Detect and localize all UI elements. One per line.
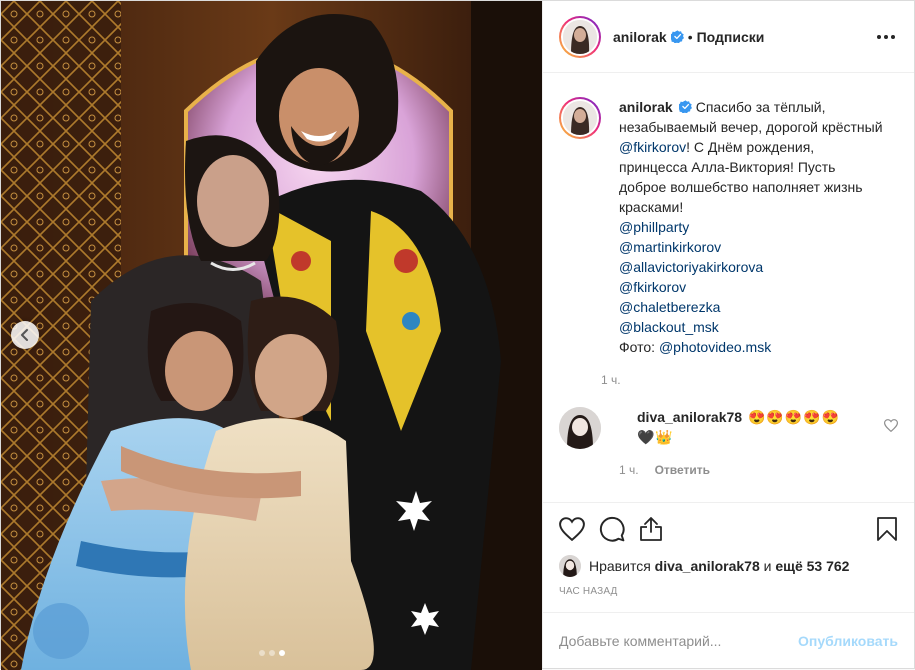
commenter-avatar[interactable] bbox=[559, 407, 601, 449]
share-icon bbox=[640, 516, 662, 541]
mention-link[interactable]: @photovideo.msk bbox=[659, 339, 771, 355]
likes-middle: и bbox=[763, 558, 772, 574]
header-separator: • bbox=[687, 28, 693, 45]
mention-link[interactable]: @allavictoriyakirkorova bbox=[619, 259, 763, 275]
mention-link[interactable]: @martinkirkorov bbox=[619, 239, 721, 255]
carousel-indicator bbox=[1, 650, 542, 656]
photo-scene bbox=[1, 1, 542, 670]
more-options-button[interactable] bbox=[874, 25, 898, 49]
verified-badge-icon bbox=[670, 30, 684, 43]
header-names: anilorak • Подписки bbox=[613, 29, 764, 45]
caption: anilorak Спасибо за тёплый, незабываемый … bbox=[559, 97, 898, 387]
chevron-left-icon bbox=[21, 329, 28, 341]
post-header: anilorak • Подписки bbox=[543, 1, 914, 73]
likes-count-button[interactable]: ещё 53 762 bbox=[775, 558, 849, 574]
photo-credit-label: Фото: bbox=[619, 339, 659, 355]
post-sidebar: anilorak • Подписки anilorak Спасибо за … bbox=[542, 1, 914, 668]
liker-avatar bbox=[559, 555, 581, 577]
caption-avatar[interactable] bbox=[559, 97, 601, 139]
comment-emojis: 😍😍😍😍😍 bbox=[747, 409, 841, 425]
mention-link[interactable]: @chaletberezka bbox=[619, 299, 720, 315]
caption-meta: 1 ч. bbox=[601, 373, 885, 387]
post-actions bbox=[543, 502, 914, 554]
more-horizontal-icon bbox=[877, 34, 895, 39]
comment-meta: 1 ч. Ответить bbox=[619, 463, 887, 477]
mention-link[interactable]: @blackout_msk bbox=[619, 319, 719, 335]
post-photo[interactable] bbox=[1, 1, 542, 670]
save-button[interactable] bbox=[858, 509, 898, 549]
carousel-dot bbox=[258, 650, 265, 656]
comment-input[interactable] bbox=[559, 632, 799, 649]
post-timestamp[interactable]: ЧАС НАЗАД bbox=[543, 578, 914, 612]
like-button[interactable] bbox=[559, 509, 599, 549]
following-button[interactable]: Подписки bbox=[697, 29, 765, 45]
author-username[interactable]: anilorak bbox=[613, 29, 667, 45]
comment-emojis-line2: 🖤👑 bbox=[637, 429, 674, 445]
author-avatar[interactable] bbox=[559, 15, 601, 58]
liker-username[interactable]: diva_anilorak78 bbox=[655, 558, 760, 574]
caption-time[interactable]: 1 ч. bbox=[601, 373, 621, 387]
likes-prefix: Нравится bbox=[589, 558, 651, 574]
like-comment-icon[interactable] bbox=[884, 419, 898, 432]
heart-icon bbox=[559, 516, 585, 541]
instagram-post: anilorak • Подписки anilorak Спасибо за … bbox=[0, 0, 915, 670]
reply-button[interactable]: Ответить bbox=[655, 463, 710, 477]
mention-link[interactable]: @fkirkorov bbox=[619, 279, 686, 295]
share-button[interactable] bbox=[639, 509, 679, 549]
comment-item: diva_anilorak78 😍😍😍😍😍 🖤👑 1 ч. Ответить bbox=[559, 407, 898, 477]
carousel-dot-active bbox=[278, 650, 285, 656]
add-comment-bar: Опубликовать bbox=[543, 612, 914, 668]
comment-time[interactable]: 1 ч. bbox=[619, 463, 639, 477]
mention-link[interactable]: @phillparty bbox=[619, 219, 689, 235]
caption-text: anilorak Спасибо за тёплый, незабываемый … bbox=[619, 97, 885, 357]
previous-photo-button[interactable] bbox=[11, 321, 39, 349]
bookmark-icon bbox=[877, 516, 897, 541]
caption-username[interactable]: anilorak bbox=[619, 99, 673, 115]
commenter-username[interactable]: diva_anilorak78 bbox=[637, 409, 742, 425]
comment-bubble-icon bbox=[599, 516, 625, 542]
verified-badge-icon bbox=[678, 100, 692, 113]
comments-section: anilorak Спасибо за тёплый, незабываемый … bbox=[543, 73, 914, 502]
publish-button[interactable]: Опубликовать bbox=[798, 633, 898, 649]
comment-text: diva_anilorak78 😍😍😍😍😍 🖤👑 bbox=[637, 407, 887, 447]
mention-link[interactable]: @fkirkorov bbox=[619, 139, 686, 155]
carousel-dot bbox=[268, 650, 275, 656]
comment-button[interactable] bbox=[599, 509, 639, 549]
likes-summary: Нравится diva_anilorak78 и ещё 53 762 bbox=[543, 554, 914, 578]
